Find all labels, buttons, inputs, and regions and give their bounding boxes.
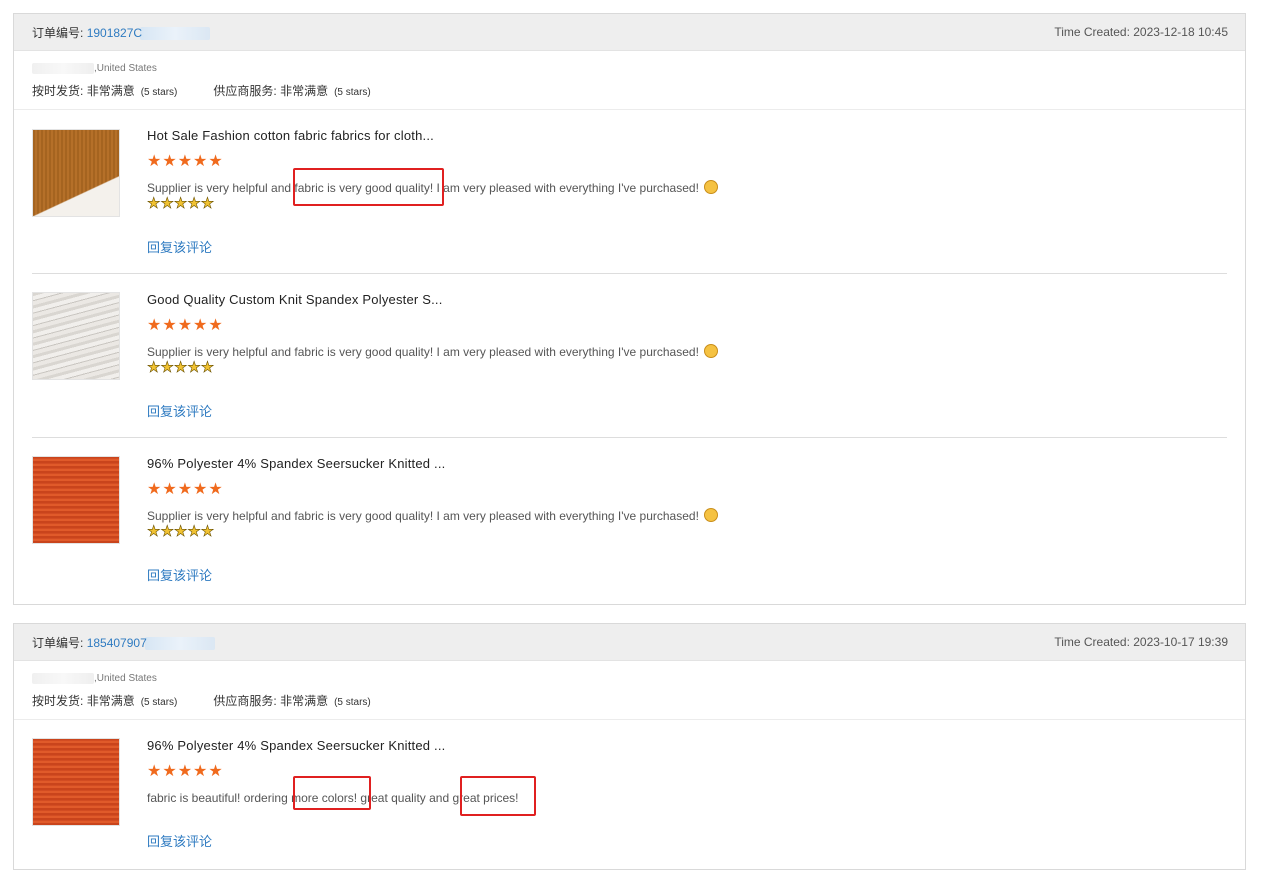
highlight-box [460, 776, 536, 816]
order-header: 订单编号: 1901827C Time Created: 2023-12-18 … [14, 14, 1245, 51]
product-rating-stars: ★★★★★ [147, 153, 224, 170]
reply-review-link[interactable]: 回复该评论 [147, 237, 212, 256]
product-thumbnail[interactable] [32, 738, 120, 826]
supplier-service-rating: 供应商服务: 非常满意 (5 stars) [213, 84, 371, 98]
on-time-value: 非常满意 [86, 84, 135, 98]
order-number-value[interactable]: 185407907 [87, 636, 147, 650]
smile-emoji-icon [704, 180, 719, 194]
order-number-value[interactable]: 1901827C [87, 26, 142, 40]
supplier-service-rating: 供应商服务: 非常满意 (5 stars) [213, 694, 371, 708]
on-time-value: 非常满意 [86, 694, 135, 708]
review-comment: Supplier is very helpful and fabric is v… [147, 344, 719, 359]
service-stars: (5 stars) [334, 87, 371, 98]
smile-emoji-icon [704, 508, 719, 522]
product-rating-stars: ★★★★★ [147, 763, 224, 780]
review-comment: Supplier is very helpful and fabric is v… [147, 508, 719, 523]
review-emoji-stars: ★★★★★ [147, 523, 215, 540]
buyer-country: ,United States [32, 62, 1227, 76]
buyer-info: ,United States 按时发货: 非常满意 (5 stars) 供应商服务… [14, 51, 1245, 110]
time-created: Time Created: 2023-12-18 10:45 [1054, 25, 1228, 39]
service-value: 非常满意 [280, 694, 329, 708]
order-card: 订单编号: 1901827C Time Created: 2023-12-18 … [13, 13, 1246, 605]
product-title[interactable]: Hot Sale Fashion cotton fabric fabrics f… [147, 128, 434, 143]
service-stars: (5 stars) [334, 697, 371, 708]
product-rating-stars: ★★★★★ [147, 481, 224, 498]
redacted-mask [144, 636, 215, 650]
review-item: Hot Sale Fashion cotton fabric fabrics f… [32, 110, 1227, 274]
review-emoji-stars: ★★★★★ [147, 195, 215, 212]
review-item: Good Quality Custom Knit Spandex Polyest… [32, 274, 1227, 438]
product-rating-stars: ★★★★★ [147, 317, 224, 334]
smile-emoji-icon [704, 344, 719, 358]
order-header: 订单编号: 185407907 Time Created: 2023-10-17… [14, 624, 1245, 661]
product-thumbnail[interactable] [32, 292, 120, 380]
on-time-rating: 按时发货: 非常满意 (5 stars) [32, 694, 178, 708]
order-number: 订单编号: 185407907 [32, 634, 215, 651]
reply-review-link[interactable]: 回复该评论 [147, 565, 212, 584]
buyer-info: ,United States 按时发货: 非常满意 (5 stars) 供应商服务… [14, 661, 1245, 720]
review-item: 96% Polyester 4% Spandex Seersucker Knit… [32, 438, 1227, 601]
highlight-box [293, 776, 371, 810]
service-value: 非常满意 [280, 84, 329, 98]
on-time-stars: (5 stars) [140, 697, 178, 708]
redacted-mask [32, 62, 94, 74]
redacted-mask [140, 26, 211, 40]
review-emoji-stars: ★★★★★ [147, 359, 215, 376]
review-item: 96% Polyester 4% Spandex Seersucker Knit… [32, 720, 1227, 860]
order-ratings: 按时发货: 非常满意 (5 stars) 供应商服务: 非常满意 (5 stars) [32, 82, 1227, 99]
product-thumbnail[interactable] [32, 456, 120, 544]
product-title[interactable]: Good Quality Custom Knit Spandex Polyest… [147, 292, 443, 307]
order-card: 订单编号: 185407907 Time Created: 2023-10-17… [13, 623, 1246, 870]
reply-review-link[interactable]: 回复该评论 [147, 401, 212, 420]
buyer-country: ,United States [32, 672, 1227, 686]
order-ratings: 按时发货: 非常满意 (5 stars) 供应商服务: 非常满意 (5 stars) [32, 692, 1227, 709]
order-number: 订单编号: 1901827C [32, 24, 211, 41]
on-time-stars: (5 stars) [140, 87, 178, 98]
on-time-rating: 按时发货: 非常满意 (5 stars) [32, 84, 178, 98]
highlight-box [293, 168, 444, 206]
redacted-mask [32, 672, 94, 684]
time-created: Time Created: 2023-10-17 19:39 [1054, 635, 1228, 649]
order-number-label: 订单编号: [32, 635, 84, 650]
product-title[interactable]: 96% Polyester 4% Spandex Seersucker Knit… [147, 738, 445, 753]
product-thumbnail[interactable] [32, 129, 120, 217]
order-number-label: 订单编号: [32, 25, 84, 40]
product-title[interactable]: 96% Polyester 4% Spandex Seersucker Knit… [147, 456, 445, 471]
reply-review-link[interactable]: 回复该评论 [147, 831, 212, 850]
